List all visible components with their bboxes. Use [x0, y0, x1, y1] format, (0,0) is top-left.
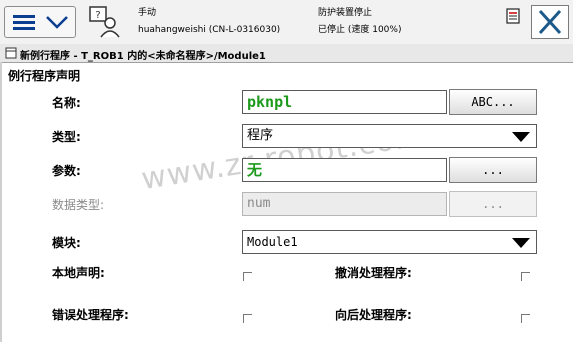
- local-declaration-checkbox[interactable]: [243, 272, 252, 281]
- close-button[interactable]: [531, 5, 569, 39]
- undo-handler-checkbox[interactable]: [521, 272, 530, 281]
- chevron-down-icon: [46, 16, 68, 29]
- datatype-field: num: [242, 192, 447, 216]
- top-bar: [0, 0, 573, 45]
- operation-mode: 手动: [138, 8, 157, 18]
- operator-icon[interactable]: ?: [88, 5, 122, 39]
- module-label: 模块:: [52, 236, 81, 250]
- error-handler-checkbox[interactable]: [243, 314, 252, 323]
- window-title: 新例行程序 - T_ROB1 内的<未命名程序>/Module1: [20, 51, 266, 62]
- error-handler-label: 错误处理程序:: [52, 308, 129, 322]
- dropdown-arrow-icon: [512, 238, 530, 248]
- svg-text:?: ?: [95, 10, 100, 21]
- dropdown-arrow-icon: [512, 132, 530, 142]
- type-dropdown[interactable]: 程序: [242, 124, 537, 148]
- main-menu-button[interactable]: [4, 6, 76, 38]
- backward-handler-checkbox[interactable]: [521, 314, 530, 323]
- params-label: 参数:: [52, 164, 81, 178]
- close-icon: [538, 9, 562, 35]
- local-declaration-label: 本地声明:: [52, 266, 105, 280]
- safety-status: 防护装置停止: [318, 8, 373, 18]
- backward-handler-label: 向后处理程序:: [335, 308, 412, 322]
- datatype-label: 数据类型:: [52, 198, 105, 212]
- params-field[interactable]: 无: [242, 158, 447, 182]
- program-state: 已停止 (速度 100%): [318, 25, 402, 35]
- abc-button[interactable]: ABC...: [449, 89, 537, 115]
- type-label: 类型:: [52, 130, 81, 144]
- window-icon: [5, 47, 17, 59]
- name-label: 名称:: [52, 96, 81, 110]
- module-dropdown[interactable]: Module1: [242, 230, 537, 254]
- controller-name: huahangweishi (CN-L-0316030): [138, 25, 281, 35]
- section-header: 例行程序声明: [8, 69, 81, 83]
- params-button[interactable]: ...: [449, 157, 537, 183]
- module-value: Module1: [247, 235, 298, 249]
- type-value: 程序: [247, 128, 274, 143]
- left-border: [0, 62, 2, 342]
- datatype-button: ...: [449, 191, 537, 217]
- name-field[interactable]: pknpl: [242, 90, 447, 114]
- undo-handler-label: 撤消处理程序:: [335, 266, 412, 280]
- state-icon[interactable]: [506, 8, 520, 24]
